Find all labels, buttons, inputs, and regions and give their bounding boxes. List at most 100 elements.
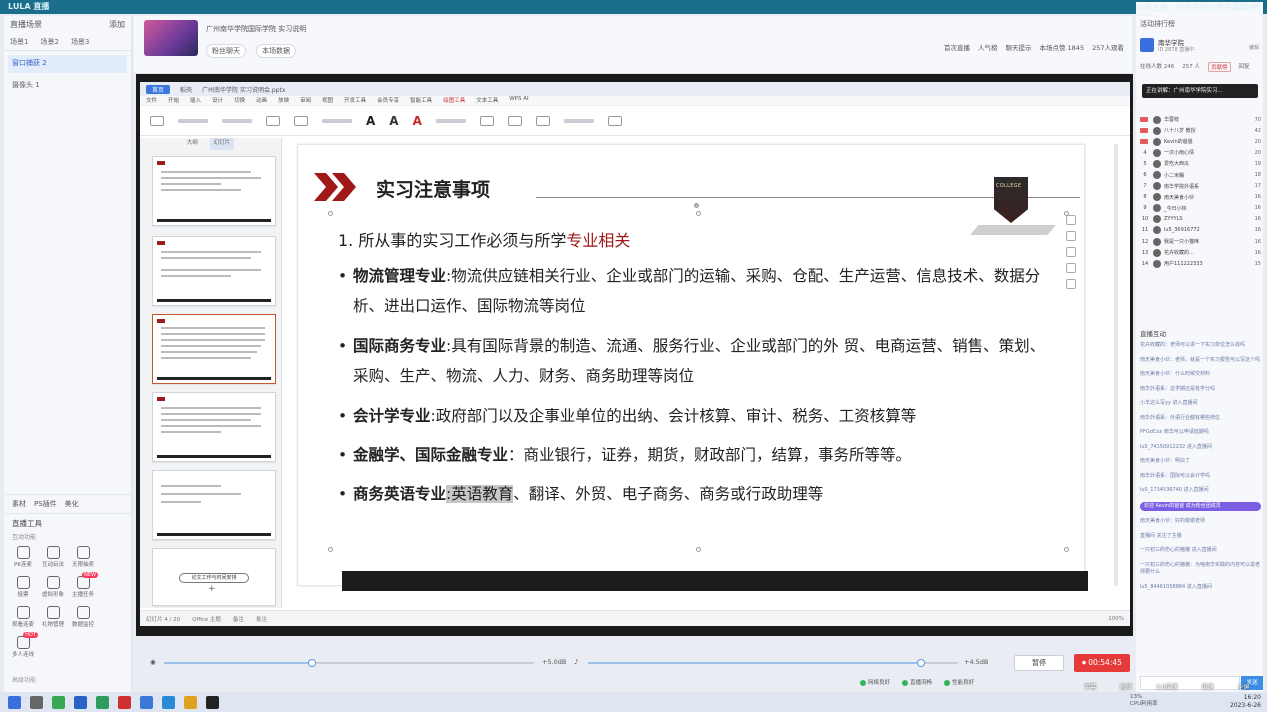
slide-thumb-2[interactable] xyxy=(152,236,276,306)
tab-slides[interactable]: 幻灯片 xyxy=(209,138,235,150)
shape-style-1[interactable] xyxy=(479,115,494,126)
menu-item[interactable]: 智能工具 xyxy=(410,96,432,105)
rotate-handle[interactable] xyxy=(694,203,699,208)
pen-icon[interactable] xyxy=(1066,231,1076,241)
live-timer-button[interactable]: ⏺ 00:54:45 xyxy=(1074,654,1130,672)
selection-handle[interactable] xyxy=(696,211,701,216)
vertical-scrollbar[interactable] xyxy=(1114,144,1118,586)
tab-material[interactable]: 素材 xyxy=(12,499,26,509)
rank-row[interactable]: 12 我是一只小猫咪 16 xyxy=(1140,236,1261,247)
pause-button[interactable]: 暂停 xyxy=(1014,655,1064,671)
tab-outline[interactable]: 大纲 xyxy=(187,138,198,150)
text-style-red-icon[interactable]: A xyxy=(413,114,422,128)
anchor-avatar[interactable] xyxy=(1140,38,1154,52)
maximize-button[interactable]: □ xyxy=(1235,1,1244,11)
comment-icon[interactable] xyxy=(1066,263,1076,273)
outlook-icon[interactable] xyxy=(74,695,87,709)
rank-row[interactable]: 6 小二米糊 18 xyxy=(1140,169,1261,180)
text-style-gray-icon[interactable]: A xyxy=(389,114,398,128)
announcement-bar[interactable]: 正在讲解：广州南华学院实习... xyxy=(1142,84,1258,98)
anchor-edit-button[interactable]: 编辑 xyxy=(1249,44,1259,51)
tab-contribution[interactable]: 贡献榜 xyxy=(1208,62,1231,72)
system-clock[interactable]: 16:20 2023-6-26 xyxy=(1230,694,1261,710)
tool-multi-link[interactable]: HOT 多人连线 xyxy=(8,632,38,658)
advanced-features[interactable]: 高级功能 xyxy=(12,675,36,684)
scene-item-camera[interactable]: 摄像头 1 xyxy=(8,77,127,93)
comments-button[interactable]: 批注 xyxy=(256,615,267,623)
selection-handle[interactable] xyxy=(696,547,701,552)
system-volume-knob[interactable] xyxy=(917,659,925,667)
animation-icon[interactable] xyxy=(1066,279,1076,289)
menu-item[interactable]: 文件 xyxy=(146,96,157,105)
slide-thumb-4[interactable] xyxy=(152,392,276,462)
font-select[interactable] xyxy=(178,118,208,123)
rank-row[interactable]: Kevin的爸爸 20 xyxy=(1140,136,1261,147)
speaker-icon[interactable]: ◉ xyxy=(150,658,156,666)
fill-options[interactable] xyxy=(435,118,466,123)
menu-item[interactable]: 切换 xyxy=(234,96,245,105)
arrange-options[interactable] xyxy=(563,118,594,123)
tool-interactive[interactable]: 互动玩法 xyxy=(38,546,68,568)
fullscreen-button[interactable]: 全屏 xyxy=(1238,682,1250,691)
menu-item[interactable]: WPS AI xyxy=(509,96,528,105)
slide-thumb-6[interactable]: 论文工作与时间安排 xyxy=(152,548,276,606)
rank-row[interactable]: 八十八岁 教授 42 xyxy=(1140,125,1261,136)
wps-tab-docer[interactable]: 稻壳 xyxy=(180,85,192,94)
slide-canvas[interactable]: 实习注意事项 COLLEGE 1. 所从事的实习工作必须与所学专业相关 • 物流… xyxy=(297,144,1088,591)
tab-viewers[interactable]: 257 人 xyxy=(1182,62,1200,72)
add-scene-button[interactable]: 添加 xyxy=(109,19,125,31)
size-select[interactable] xyxy=(222,118,252,123)
speed-value[interactable]: 3.0倍速 xyxy=(1156,682,1178,691)
tab-scene-3[interactable]: 场景3 xyxy=(71,37,89,47)
scene-item-window-capture[interactable]: 窗口捕获 2 xyxy=(8,55,127,73)
tab-scene-2[interactable]: 场景2 xyxy=(40,37,58,47)
rank-row[interactable]: 华蓉枝 70 xyxy=(1140,114,1261,125)
align-icon[interactable] xyxy=(266,115,280,126)
zoom-level[interactable]: 100% xyxy=(1108,616,1124,622)
close-button[interactable]: ✕ xyxy=(1253,1,1261,11)
add-slide-icon[interactable]: + xyxy=(208,584,216,594)
fan-chat-button[interactable]: 粉丝聊天 xyxy=(206,44,246,58)
first-live-label[interactable]: 首次直播 xyxy=(944,42,970,52)
shape-fill-icon[interactable] xyxy=(1066,247,1076,257)
menu-item[interactable]: 开始 xyxy=(168,96,179,105)
tool-watch-link[interactable]: 观看连麦 xyxy=(8,606,38,628)
microphone-icon[interactable]: ♪ xyxy=(574,658,578,666)
menu-item[interactable]: 会员专享 xyxy=(377,96,399,105)
menu-item[interactable]: 动画 xyxy=(256,96,267,105)
combine-icon[interactable] xyxy=(607,115,622,126)
browser-icon[interactable] xyxy=(162,695,175,709)
wechat-icon[interactable] xyxy=(52,695,65,709)
rank-row[interactable]: 4 一次小雨心情 20 xyxy=(1140,147,1261,158)
explorer-icon[interactable] xyxy=(140,695,153,709)
shape-style-2[interactable] xyxy=(507,115,522,126)
wps-tab-file[interactable]: 广州南华学院 实习说明会.pptx xyxy=(202,85,285,94)
menu-item[interactable]: 放映 xyxy=(278,96,289,105)
tab-ps-plugin[interactable]: PS插件 xyxy=(34,499,57,509)
rank-row[interactable]: 14 用户111222333 15 xyxy=(1140,258,1261,269)
slide-thumb-1[interactable] xyxy=(152,156,276,226)
shape-style-3[interactable] xyxy=(535,115,550,126)
rank-row[interactable]: 11 lu5_36916772 16 xyxy=(1140,225,1261,236)
tool-task[interactable]: NEW 主播任务 xyxy=(68,572,98,598)
tool-pk[interactable]: PK连麦 xyxy=(8,546,38,568)
rank-row[interactable]: 10 ZYYYLS 16 xyxy=(1140,214,1261,225)
rank-row[interactable]: 8 南天美食小伙 16 xyxy=(1140,192,1261,203)
minimize-button[interactable]: — xyxy=(1216,1,1225,11)
slide-thumb-5[interactable] xyxy=(152,470,276,540)
shape-icon[interactable] xyxy=(150,115,164,126)
menu-item[interactable]: 开发工具 xyxy=(344,96,366,105)
selection-handle[interactable] xyxy=(328,211,333,216)
notes-button[interactable]: 备注 xyxy=(233,615,244,623)
tab-beautify[interactable]: 美化 xyxy=(65,499,79,509)
menu-item[interactable]: 文本工具 xyxy=(476,96,498,105)
tool-lottery[interactable]: 无限抽奖 xyxy=(68,546,98,568)
mic-volume-knob[interactable] xyxy=(308,659,316,667)
rank-row[interactable]: 13 花卉收藏的... 16 xyxy=(1140,247,1261,258)
slide-thumb-3-selected[interactable] xyxy=(152,314,276,384)
text-style-black-icon[interactable]: A xyxy=(366,114,375,128)
tool-gift-manage[interactable]: 礼物管理 xyxy=(38,606,68,628)
rank-row[interactable]: 5 爱吃大西瓜 19 xyxy=(1140,158,1261,169)
subtitle-button[interactable]: 字幕 xyxy=(1084,682,1096,691)
live-app-icon[interactable] xyxy=(206,695,219,709)
